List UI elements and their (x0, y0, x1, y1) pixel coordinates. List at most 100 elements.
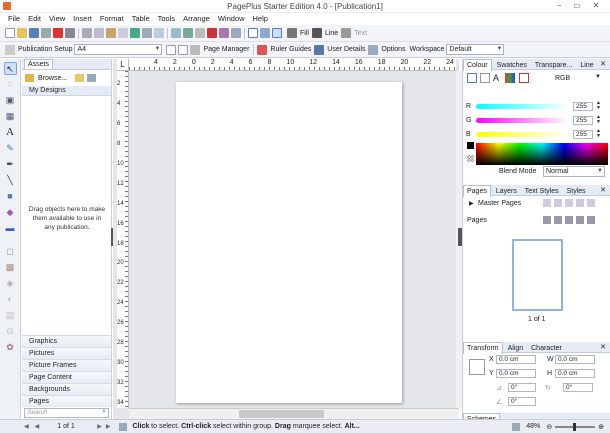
gallery-tool-icon[interactable]: ▬ (4, 222, 17, 235)
undo-icon[interactable] (142, 28, 152, 38)
pointer-tool-icon[interactable]: ↖ (3, 62, 17, 75)
line-icon[interactable] (311, 28, 322, 38)
first-page-icon[interactable]: ◀ (24, 423, 29, 430)
zoom-icon[interactable] (231, 28, 241, 38)
line-tool-icon[interactable]: ╲ (4, 174, 17, 187)
category-page-content[interactable]: Page Content (22, 371, 111, 383)
category-pages[interactable]: Pages (22, 395, 111, 407)
green-slider[interactable] (476, 118, 569, 123)
table-tool-icon[interactable]: ▦ (4, 110, 17, 123)
add-page-icon[interactable] (87, 74, 97, 82)
green-value[interactable]: 255 (573, 116, 593, 125)
page-thumbnail[interactable] (512, 239, 563, 311)
menu-window[interactable]: Window (214, 13, 249, 25)
text-label[interactable]: Text (354, 30, 367, 37)
browse-button[interactable]: Browse... (38, 75, 67, 82)
frame-tool-icon[interactable]: ◻ (4, 245, 17, 258)
fit-page-icon[interactable] (512, 422, 521, 431)
close-icon[interactable]: ✕ (589, 0, 603, 12)
color-scheme-icon[interactable] (219, 28, 229, 38)
prev-page-icon[interactable]: ◀ (35, 423, 40, 430)
fill-swatch-icon[interactable] (467, 73, 477, 83)
portrait-icon[interactable] (166, 44, 177, 55)
browse-icon[interactable] (25, 74, 34, 82)
x-field[interactable]: 0.0 cm (496, 355, 536, 364)
menu-file[interactable]: File (4, 13, 24, 25)
options-icon[interactable] (368, 44, 379, 55)
menu-format[interactable]: Format (96, 13, 128, 25)
insert-text-icon[interactable] (195, 28, 205, 38)
new-folder-icon[interactable] (75, 74, 85, 82)
redo-icon[interactable] (154, 28, 164, 38)
delete-page-icon[interactable] (565, 216, 573, 224)
shape-tool-icon[interactable]: ■ (4, 190, 17, 203)
horizontal-scrollbar[interactable] (129, 408, 459, 419)
colour-model-value[interactable]: RGB (555, 75, 570, 82)
green-spin-icon[interactable]: ▲ ▼ (596, 115, 601, 125)
text-color-icon[interactable] (341, 28, 352, 38)
pen-tool-icon[interactable]: ✒ (4, 158, 17, 171)
publish-pdf-icon[interactable] (53, 28, 63, 38)
blue-spin-icon[interactable]: ▲ ▼ (596, 129, 601, 139)
category-graphics[interactable]: Graphics (22, 335, 111, 347)
ruler-guides-icon[interactable] (257, 44, 268, 55)
blue-slider[interactable] (476, 132, 569, 137)
web-icon[interactable] (130, 28, 140, 38)
menu-view[interactable]: View (45, 13, 69, 25)
document-page[interactable] (176, 82, 402, 403)
options-label[interactable]: Options (381, 46, 405, 53)
shear-field[interactable]: 0° (508, 383, 536, 392)
qr-tool-icon[interactable]: ▩ (4, 261, 17, 274)
blend-mode-combo[interactable]: Normal ▼ (543, 166, 605, 177)
print-preview-icon[interactable] (41, 28, 51, 38)
search-box[interactable]: Search ⌕ (24, 408, 109, 418)
connector-tool-icon[interactable]: ◆ (4, 206, 17, 219)
maximize-icon[interactable]: ▭ (570, 0, 584, 12)
insert-page-icon[interactable] (554, 216, 562, 224)
line-swatch-icon[interactable] (480, 73, 490, 83)
master-more-icon[interactable] (587, 199, 595, 207)
blue-value[interactable]: 255 (573, 130, 593, 139)
master-settings-icon[interactable] (576, 199, 584, 207)
w-field[interactable]: 0.0 cm (555, 355, 595, 364)
page-more-icon[interactable] (587, 216, 595, 224)
copy-icon[interactable] (94, 28, 104, 38)
page-properties-icon[interactable] (576, 216, 584, 224)
close-icon[interactable]: ✕ (597, 59, 609, 70)
close-icon[interactable]: ✕ (597, 342, 609, 353)
insert-table-icon[interactable] (171, 28, 181, 38)
fill-tool-icon[interactable]: ◈ (4, 277, 17, 290)
menu-insert[interactable]: Insert (69, 13, 96, 25)
ruler-corner[interactable]: L (117, 59, 129, 71)
h-field[interactable]: 0.0 cm (555, 369, 595, 378)
menu-help[interactable]: Help (249, 13, 272, 25)
menu-edit[interactable]: Edit (24, 13, 45, 25)
zoom-level[interactable]: 48% (526, 420, 540, 433)
category-picture-frames[interactable]: Picture Frames (22, 359, 111, 371)
zoom-out-icon[interactable]: ⊖ (546, 423, 552, 431)
red-value[interactable]: 255 (573, 102, 593, 111)
category-pictures[interactable]: Pictures (22, 347, 111, 359)
close-icon[interactable]: ✕ (597, 185, 609, 196)
tab-assets[interactable]: Assets (24, 59, 54, 69)
grid-icon[interactable] (248, 28, 258, 38)
search-input[interactable]: Search (25, 409, 48, 416)
no-fill-icon[interactable] (519, 73, 529, 83)
delete-master-icon[interactable] (565, 199, 573, 207)
master-pages-label[interactable]: Master Pages (478, 200, 521, 207)
y-field[interactable]: 0.0 cm (496, 369, 536, 378)
picture-tool-icon[interactable]: ▣ (4, 94, 17, 107)
page-indicator[interactable]: 1 of 1 (57, 420, 97, 433)
my-designs-tab[interactable]: My Designs (22, 86, 111, 96)
pdf-icon[interactable] (207, 28, 217, 38)
text-swatch-icon[interactable]: A (493, 73, 499, 83)
fill-label[interactable]: Fill (300, 30, 309, 37)
cut-icon[interactable] (82, 28, 92, 38)
next-page-icon[interactable]: ▶ (97, 423, 102, 430)
chevron-down-icon[interactable]: ▼ (595, 74, 601, 80)
minimize-icon[interactable]: – (552, 0, 566, 12)
insert-picture-icon[interactable] (183, 28, 193, 38)
flip-tool-icon[interactable]: ▤ (4, 309, 17, 322)
page-manager-label[interactable]: Page Manager (203, 46, 249, 53)
text-tool-icon[interactable]: A (4, 126, 17, 139)
